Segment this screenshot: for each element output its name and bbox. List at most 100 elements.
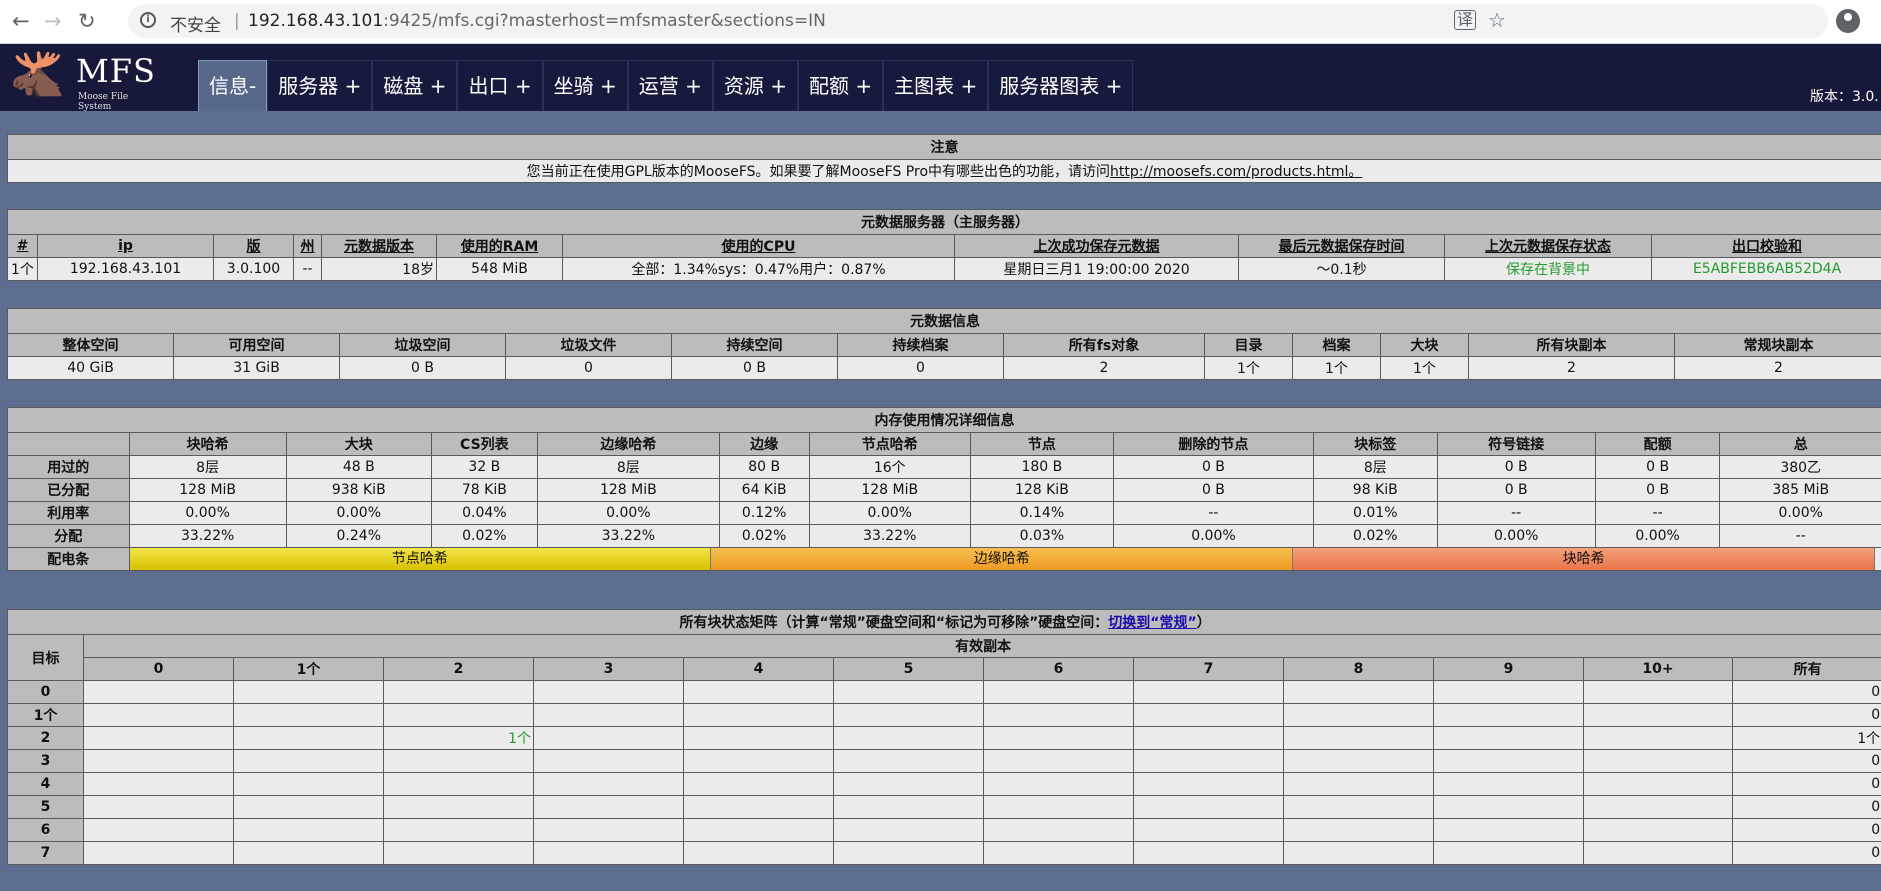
row-header: 5 bbox=[7, 795, 84, 819]
column-header: 持续空间 bbox=[671, 333, 838, 357]
tab-server-charts[interactable]: 服务器图表 + bbox=[988, 60, 1134, 111]
table-cell bbox=[1133, 726, 1284, 750]
table-cell: 2 bbox=[1674, 356, 1881, 380]
column-header: 出口校验和 bbox=[1650, 234, 1881, 258]
table-cell bbox=[83, 818, 234, 842]
table-cell bbox=[383, 795, 534, 819]
column-header: 大块 bbox=[1380, 333, 1469, 357]
table-cell: 0.01% bbox=[1313, 501, 1438, 525]
table-cell bbox=[683, 726, 834, 750]
row-header: 4 bbox=[7, 772, 84, 796]
insecure-label[interactable]: 不安全 bbox=[170, 11, 221, 36]
notice-message: 您当前正在使用GPL版本的MooseFS。如果要了解MooseFS Pro中有哪… bbox=[526, 164, 1111, 180]
mfs-header: 🫎 MFS Moose File System 信息- 服务器 + 磁盘 + 出… bbox=[0, 44, 1881, 113]
reload-icon[interactable]: ↻ bbox=[78, 10, 96, 32]
url-path: :9425/mfs.cgi?masterhost=mfsmaster&secti… bbox=[383, 11, 826, 31]
table-row: 利用率 0.00% 0.00% 0.04% 0.00% 0.12% 0.00% 0.14% --… bbox=[7, 501, 1881, 525]
tab-exports[interactable]: 出口 + bbox=[457, 60, 543, 111]
table-cell bbox=[1283, 703, 1434, 727]
column-header: 上次成功保存元数据 bbox=[954, 234, 1239, 258]
tab-servers[interactable]: 服务器 + bbox=[267, 60, 373, 111]
column-header: 10+ bbox=[1583, 657, 1733, 681]
table-cell: 0 B bbox=[1436, 478, 1596, 502]
translate-icon[interactable]: 译 bbox=[1454, 10, 1477, 30]
table-cell: 1个 bbox=[7, 257, 38, 281]
table-cell bbox=[1583, 772, 1733, 796]
table-cell: 0 B bbox=[1436, 455, 1596, 479]
table-cell: 98 KiB bbox=[1313, 478, 1438, 502]
table-cell bbox=[1583, 680, 1733, 704]
table-cell bbox=[833, 841, 984, 865]
mfs-logo[interactable]: 🫎 MFS Moose File System bbox=[10, 48, 160, 113]
table-cell: 0.12% bbox=[718, 501, 810, 525]
table-cell bbox=[683, 795, 834, 819]
table-cell: 0.04% bbox=[430, 501, 538, 525]
table-cell bbox=[983, 703, 1134, 727]
table-cell bbox=[233, 703, 384, 727]
matrix-title-end: ） bbox=[1196, 615, 1211, 631]
table-cell: -- bbox=[293, 257, 322, 281]
tab-info[interactable]: 信息- bbox=[198, 60, 268, 111]
section-title: 内存使用情况详细信息 bbox=[7, 407, 1881, 433]
profile-avatar-icon[interactable] bbox=[1836, 9, 1860, 33]
back-icon[interactable]: ← bbox=[12, 10, 30, 32]
table-cell: 1个 bbox=[1204, 356, 1293, 380]
column-header: 可用空间 bbox=[173, 333, 340, 357]
star-icon[interactable]: ☆ bbox=[1488, 9, 1506, 31]
table-cell bbox=[533, 841, 684, 865]
address-bar[interactable]: i 不安全 | 192.168.43.101:9425/mfs.cgi?mast… bbox=[128, 4, 1828, 38]
info-icon[interactable]: i bbox=[140, 12, 156, 28]
column-header: 元数据版本 bbox=[321, 234, 437, 258]
table-cell: 0 bbox=[1731, 680, 1881, 704]
tab-mounts[interactable]: 坐骑 + bbox=[542, 60, 628, 111]
row-header: 3 bbox=[7, 749, 84, 773]
row-header: 利用率 bbox=[7, 501, 130, 525]
table-cell: 0.00% bbox=[1594, 524, 1721, 548]
browser-toolbar: ← → ↻ i 不安全 | 192.168.43.101:9425/mfs.cg… bbox=[0, 0, 1881, 44]
goal-header: 目标 bbox=[7, 634, 84, 681]
table-cell bbox=[533, 703, 684, 727]
table-cell bbox=[383, 749, 534, 773]
column-header: 配额 bbox=[1594, 432, 1721, 456]
tab-master-charts[interactable]: 主图表 + bbox=[883, 60, 989, 111]
switch-regular-link[interactable]: 切换到“常规” bbox=[1108, 615, 1196, 631]
table-cell bbox=[383, 841, 534, 865]
table-cell bbox=[533, 749, 684, 773]
table-row: 60 bbox=[7, 818, 1881, 842]
column-header: 删除的节点 bbox=[1112, 432, 1315, 456]
column-header: 4 bbox=[683, 657, 834, 681]
table-cell bbox=[233, 726, 384, 750]
table-cell: 〜0.1秒 bbox=[1238, 257, 1445, 281]
table-cell bbox=[1433, 703, 1584, 727]
tab-operations[interactable]: 运营 + bbox=[627, 60, 713, 111]
table-cell bbox=[83, 703, 234, 727]
table-cell bbox=[833, 795, 984, 819]
column-header: 上次元数据保存状态 bbox=[1444, 234, 1652, 258]
forward-icon[interactable]: → bbox=[44, 10, 62, 32]
table-cell bbox=[1433, 841, 1584, 865]
table-cell: 78 KiB bbox=[430, 478, 538, 502]
row-header: 分配 bbox=[7, 524, 130, 548]
row-header: 1个 bbox=[7, 703, 84, 727]
tab-resources[interactable]: 资源 + bbox=[712, 60, 798, 111]
table-cell bbox=[983, 726, 1134, 750]
table-cell: 938 KiB bbox=[285, 478, 432, 502]
table-cell bbox=[383, 703, 534, 727]
column-header: 整体空间 bbox=[7, 333, 174, 357]
products-link[interactable]: http://moosefs.com/products.html。 bbox=[1110, 164, 1362, 180]
table-cell: 0 bbox=[1731, 749, 1881, 773]
table-cell bbox=[983, 680, 1134, 704]
table-cell bbox=[833, 703, 984, 727]
table-cell bbox=[1433, 818, 1584, 842]
column-header: 节点哈希 bbox=[808, 432, 971, 456]
tab-disks[interactable]: 磁盘 + bbox=[372, 60, 458, 111]
row-header: 6 bbox=[7, 818, 84, 842]
notice-text: 您当前正在使用GPL版本的MooseFS。如果要了解MooseFS Pro中有哪… bbox=[7, 159, 1881, 183]
table-cell bbox=[1133, 772, 1284, 796]
table-cell: 80 B bbox=[718, 455, 810, 479]
url-text[interactable]: 192.168.43.101:9425/mfs.cgi?masterhost=m… bbox=[248, 11, 826, 31]
notice-table: 注意 您当前正在使用GPL版本的MooseFS。如果要了解MooseFS Pro… bbox=[7, 134, 1881, 183]
table-cell: 0.24% bbox=[285, 524, 432, 548]
table-cell: 1个 bbox=[383, 726, 534, 750]
tab-quotas[interactable]: 配额 + bbox=[797, 60, 884, 111]
